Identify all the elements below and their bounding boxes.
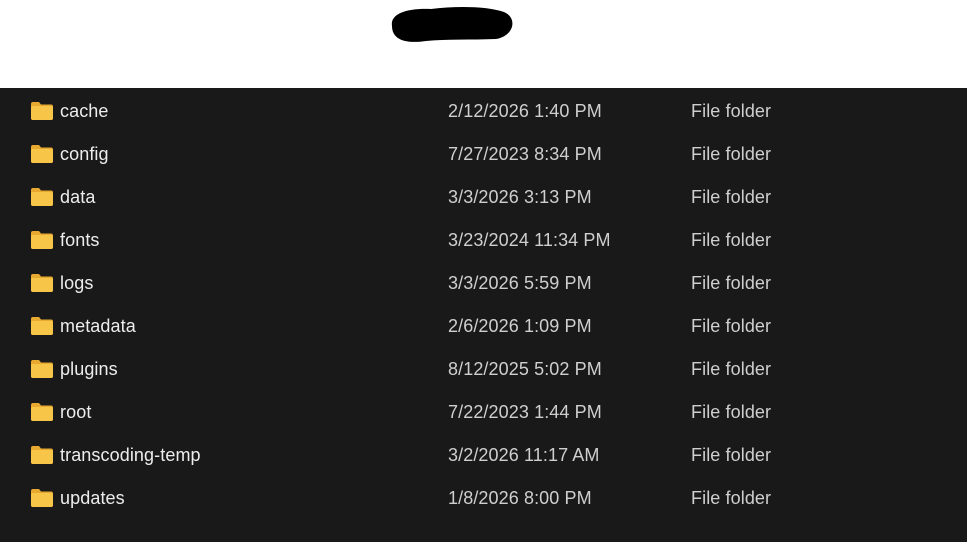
- file-date-modified: 3/3/2026 5:59 PM: [448, 273, 592, 293]
- file-list: cache 2/12/2026 1:40 PM File folder conf…: [0, 88, 967, 542]
- file-row[interactable]: plugins 8/12/2025 5:02 PM File folder: [0, 348, 967, 391]
- file-date-modified: 3/2/2026 11:17 AM: [448, 445, 600, 465]
- file-name: data: [60, 187, 96, 207]
- folder-icon: [31, 188, 53, 206]
- folder-icon: [31, 145, 53, 163]
- file-date-modified: 7/27/2023 8:34 PM: [448, 144, 602, 164]
- folder-icon: [31, 489, 53, 507]
- file-row[interactable]: data 3/3/2026 3:13 PM File folder: [0, 176, 967, 219]
- folder-icon: [31, 274, 53, 292]
- file-type: File folder: [691, 488, 772, 508]
- file-date-modified: 2/12/2026 1:40 PM: [448, 101, 602, 121]
- file-name: plugins: [60, 359, 118, 379]
- file-date-modified: 1/8/2026 8:00 PM: [448, 488, 592, 508]
- folder-icon: [31, 317, 53, 335]
- file-name: updates: [60, 488, 125, 508]
- file-name: transcoding-temp: [60, 445, 201, 465]
- file-row[interactable]: logs 3/3/2026 5:59 PM File folder: [0, 262, 967, 305]
- file-name: cache: [60, 101, 109, 121]
- folder-icon: [31, 231, 53, 249]
- file-row[interactable]: config 7/27/2023 8:34 PM File folder: [0, 133, 967, 176]
- file-name: root: [60, 402, 92, 422]
- file-type: File folder: [691, 187, 772, 207]
- folder-icon: [31, 446, 53, 464]
- file-type: File folder: [691, 273, 772, 293]
- top-area: [0, 0, 967, 88]
- folder-icon: [31, 360, 53, 378]
- file-row[interactable]: root 7/22/2023 1:44 PM File folder: [0, 391, 967, 434]
- file-row[interactable]: metadata 2/6/2026 1:09 PM File folder: [0, 305, 967, 348]
- file-date-modified: 2/6/2026 1:09 PM: [448, 316, 592, 336]
- redaction-mark: [391, 7, 513, 42]
- file-type: File folder: [691, 144, 772, 164]
- file-date-modified: 8/12/2025 5:02 PM: [448, 359, 602, 379]
- file-row[interactable]: fonts 3/23/2024 11:34 PM File folder: [0, 219, 967, 262]
- file-date-modified: 3/23/2024 11:34 PM: [448, 230, 611, 250]
- file-type: File folder: [691, 101, 772, 121]
- file-date-modified: 3/3/2026 3:13 PM: [448, 187, 592, 207]
- file-date-modified: 7/22/2023 1:44 PM: [448, 402, 602, 422]
- file-row[interactable]: cache 2/12/2026 1:40 PM File folder: [0, 90, 967, 133]
- file-type: File folder: [691, 402, 772, 422]
- file-row[interactable]: updates 1/8/2026 8:00 PM File folder: [0, 477, 967, 520]
- file-type: File folder: [691, 359, 772, 379]
- folder-icon: [31, 403, 53, 421]
- file-type: File folder: [691, 316, 772, 336]
- file-name: metadata: [60, 316, 136, 336]
- file-type: File folder: [691, 230, 772, 250]
- file-name: fonts: [60, 230, 100, 250]
- folder-icon: [31, 102, 53, 120]
- file-name: logs: [60, 273, 94, 293]
- file-row[interactable]: transcoding-temp 3/2/2026 11:17 AM File …: [0, 434, 967, 477]
- file-type: File folder: [691, 445, 772, 465]
- file-name: config: [60, 144, 109, 164]
